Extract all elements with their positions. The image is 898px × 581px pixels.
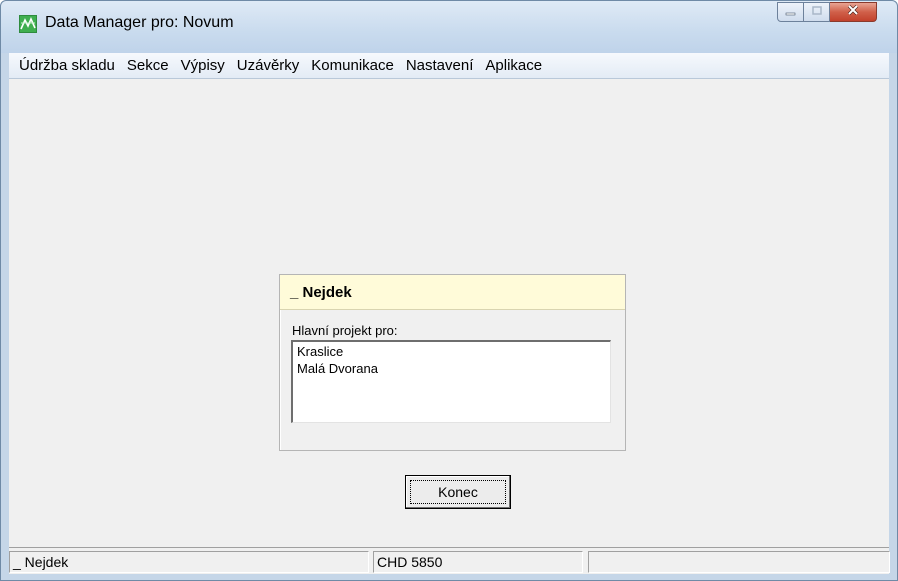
konec-button[interactable]: Konec	[405, 475, 511, 509]
status-right	[588, 551, 890, 573]
menu-komunikace[interactable]: Komunikace	[305, 53, 400, 78]
menu-vypisy[interactable]: Výpisy	[175, 53, 231, 78]
maximize-icon	[811, 3, 823, 21]
project-listbox[interactable]: Kraslice Malá Dvorana	[291, 340, 611, 423]
status-middle: CHD 5850	[373, 551, 583, 573]
maximize-button[interactable]	[804, 2, 830, 22]
minimize-icon	[785, 3, 797, 21]
project-panel: _ Nejdek Hlavní projekt pro: Kraslice Ma…	[279, 274, 626, 451]
status-bar: _ Nejdek CHD 5850	[9, 547, 890, 574]
close-icon	[846, 3, 860, 21]
menu-nastaveni[interactable]: Nastavení	[400, 53, 480, 78]
caption-buttons	[777, 2, 877, 22]
panel-title: _ Nejdek	[280, 275, 625, 310]
minimize-button[interactable]	[777, 2, 804, 22]
list-item[interactable]: Malá Dvorana	[297, 360, 606, 377]
window-title: Data Manager pro: Novum	[45, 14, 234, 31]
menu-udrzba-skladu[interactable]: Údržba skladu	[13, 53, 121, 78]
main-window: Data Manager pro: Novum Údržba skladu Se…	[0, 0, 898, 581]
main-project-label: Hlavní projekt pro:	[292, 323, 398, 338]
status-left: _ Nejdek	[9, 551, 369, 573]
title-bar[interactable]: Data Manager pro: Novum	[1, 1, 897, 53]
menu-sekce[interactable]: Sekce	[121, 53, 175, 78]
app-grid-icon[interactable]	[19, 15, 37, 33]
list-item[interactable]: Kraslice	[297, 343, 606, 360]
menu-bar: Údržba skladu Sekce Výpisy Uzávěrky Komu…	[9, 53, 889, 79]
menu-uzaverky[interactable]: Uzávěrky	[231, 53, 306, 78]
menu-aplikace[interactable]: Aplikace	[479, 53, 548, 78]
konec-button-label: Konec	[410, 480, 506, 504]
close-button[interactable]	[830, 2, 877, 22]
client-area: _ Nejdek Hlavní projekt pro: Kraslice Ma…	[9, 79, 889, 547]
